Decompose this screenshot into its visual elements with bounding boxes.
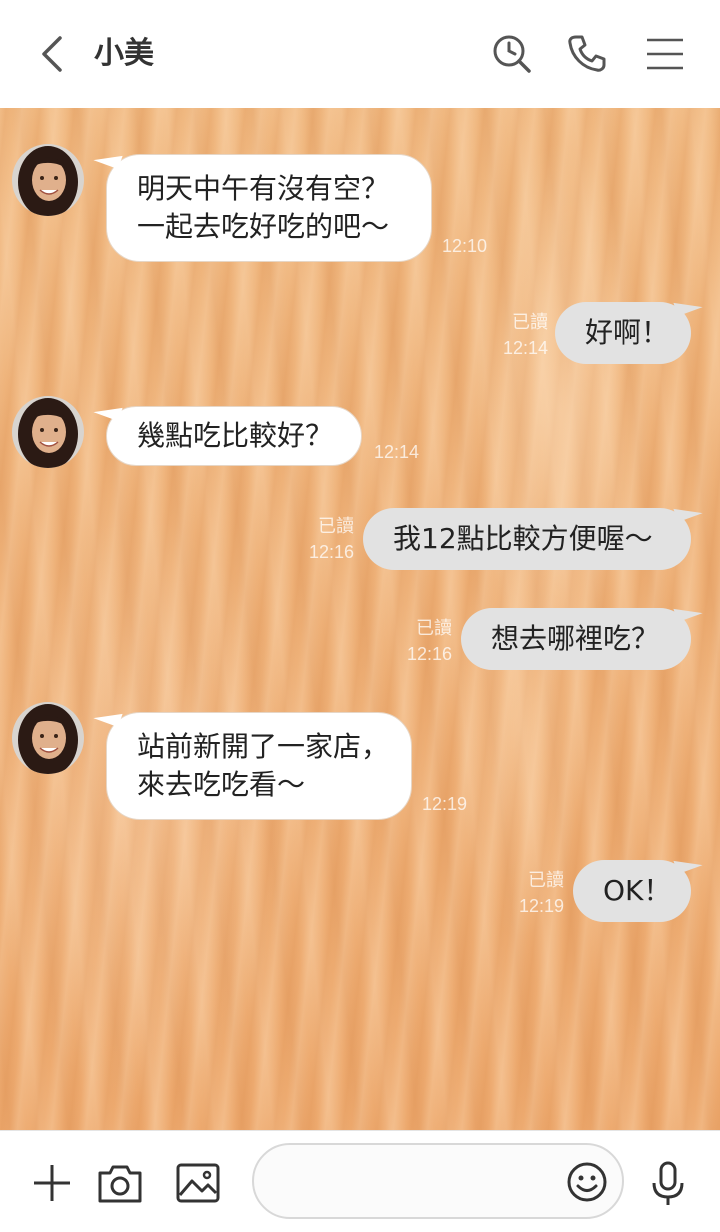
message-text-line: 站前新開了一家店， [137,730,390,763]
message-time: 12:16 [406,644,452,664]
message-text-line: 明天中午有沒有空？ [137,172,390,205]
message-bubble-incoming[interactable]: 幾點吃比較好？ [106,406,362,466]
avatar-photo [12,702,84,774]
message-text: 我12點比較方便喔～ [393,522,653,555]
message-text-line: 一起去吃好吃的吧～ [137,210,390,243]
message-text: 好啊！ [585,316,670,349]
add-button[interactable] [28,1159,76,1207]
message-time: 12:14 [374,442,420,462]
contact-avatar[interactable] [12,396,84,468]
chat-header: 小美 [0,0,720,108]
message-text: 幾點吃比較好？ [137,419,334,452]
image-icon [176,1163,220,1203]
message-time: 12:19 [422,794,468,814]
voice-button[interactable] [644,1159,692,1207]
read-receipt: 已讀 [416,618,452,638]
call-button[interactable] [564,32,608,76]
message-bubble-incoming[interactable]: 站前新開了一家店， 來去吃吃看～ [106,712,412,820]
message-text-line: 來去吃吃看～ [137,768,306,801]
read-receipt: 已讀 [512,312,548,332]
contact-name: 小美 [94,36,154,71]
search-history-icon [493,35,531,73]
camera-icon [98,1165,142,1203]
microphone-icon [652,1161,684,1205]
message-bubble-outgoing[interactable]: OK！ [573,860,691,922]
back-icon [42,36,62,72]
message-bubble-outgoing[interactable]: 好啊！ [555,302,691,364]
phone-icon [568,35,606,72]
message-time: 12:19 [518,896,564,916]
emoji-icon [567,1162,607,1202]
gallery-button[interactable] [174,1159,222,1207]
read-receipt: 已讀 [318,516,354,536]
avatar-photo [12,396,84,468]
contact-avatar[interactable] [12,702,84,774]
avatar-photo [12,144,84,216]
chat-area[interactable]: 明天中午有沒有空？ 一起去吃好吃的吧～ 12:10 已讀 12:14 好啊！ 幾… [0,108,720,1130]
emoji-button[interactable] [566,1161,608,1203]
search-history-button[interactable] [490,32,534,76]
message-bubble-outgoing[interactable]: 想去哪裡吃？ [461,608,691,670]
menu-icon [647,38,683,70]
message-time: 12:14 [502,338,548,358]
message-text: 想去哪裡吃？ [491,622,660,655]
message-time: 12:16 [308,542,354,562]
menu-button[interactable] [643,32,687,76]
camera-button[interactable] [96,1159,144,1207]
message-composer [0,1130,720,1232]
contact-avatar[interactable] [12,144,84,216]
message-text: OK！ [603,874,672,907]
plus-icon [34,1165,70,1201]
message-bubble-outgoing[interactable]: 我12點比較方便喔～ [363,508,691,570]
read-receipt: 已讀 [528,870,564,890]
message-time: 12:10 [442,236,488,256]
back-button[interactable] [32,32,72,76]
message-bubble-incoming[interactable]: 明天中午有沒有空？ 一起去吃好吃的吧～ [106,154,432,262]
